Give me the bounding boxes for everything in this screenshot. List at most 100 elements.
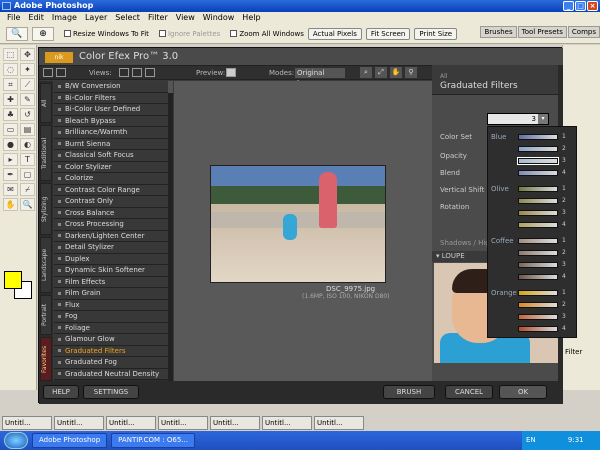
- language-indicator[interactable]: EN: [526, 436, 536, 444]
- magic-wand-icon[interactable]: ✦: [20, 63, 35, 76]
- tab-favorites[interactable]: Favorites: [40, 337, 52, 381]
- zoom-tool-box-icon[interactable]: 🔍: [20, 198, 35, 211]
- filter-list-scrollbar[interactable]: [168, 81, 173, 381]
- color-swatch-option[interactable]: [518, 146, 558, 152]
- filter-item[interactable]: Brilliance/Warmth: [54, 127, 168, 139]
- filter-item[interactable]: B/W Conversion: [54, 81, 168, 93]
- filter-item[interactable]: Darken/Lighten Center: [54, 230, 168, 242]
- filter-item[interactable]: Foliage: [54, 322, 168, 334]
- blur-tool-icon[interactable]: ●: [3, 138, 18, 151]
- minimized-document[interactable]: Untitl...: [262, 416, 312, 430]
- pen-tool-icon[interactable]: ✒: [3, 168, 18, 181]
- minimized-document[interactable]: Untitl...: [2, 416, 52, 430]
- list-toggle-icon[interactable]: [56, 68, 66, 77]
- filter-item[interactable]: Colorize: [54, 173, 168, 185]
- color-swatch-option[interactable]: [518, 134, 558, 140]
- filter-item[interactable]: Duplex: [54, 253, 168, 265]
- ok-button[interactable]: OK: [499, 385, 547, 399]
- shape-tool-icon[interactable]: ▢: [20, 168, 35, 181]
- start-button[interactable]: [4, 432, 28, 449]
- brushes-tab[interactable]: Brushes: [480, 26, 517, 38]
- minimized-document[interactable]: Untitl...: [314, 416, 364, 430]
- color-set-select[interactable]: 3 ▾: [487, 113, 549, 125]
- menu-filter[interactable]: Filter: [144, 12, 172, 24]
- minimized-document[interactable]: Untitl...: [210, 416, 260, 430]
- color-swatch-option[interactable]: [518, 314, 558, 320]
- filter-item[interactable]: Dynamic Skin Softener: [54, 265, 168, 277]
- brush-button[interactable]: BRUSH: [383, 385, 435, 399]
- actual-pixels-button[interactable]: Actual Pixels: [307, 27, 362, 40]
- lasso-tool-icon[interactable]: ◌: [3, 63, 18, 76]
- brush-tool-icon[interactable]: ✎: [20, 93, 35, 106]
- color-swatch-option[interactable]: [517, 157, 559, 165]
- print-size-button[interactable]: Print Size: [414, 27, 458, 40]
- slice-tool-icon[interactable]: ⟋: [20, 78, 35, 91]
- split-view-icon[interactable]: [132, 68, 142, 77]
- comps-tab[interactable]: Comps: [567, 26, 600, 38]
- menu-help[interactable]: Help: [238, 12, 264, 24]
- filter-item[interactable]: Cross Balance: [54, 207, 168, 219]
- zoom-all-checkbox[interactable]: Zoom All Windows: [230, 30, 304, 38]
- type-tool-icon[interactable]: T: [20, 153, 35, 166]
- filter-item[interactable]: Glamour Glow: [54, 334, 168, 346]
- color-swatch-option[interactable]: [518, 238, 558, 244]
- color-swatch-option[interactable]: [518, 250, 558, 256]
- healing-brush-icon[interactable]: ✚: [3, 93, 18, 106]
- minimized-document[interactable]: Untitl...: [106, 416, 156, 430]
- zoom-tool-icon[interactable]: 🔍: [6, 26, 28, 41]
- color-swatch-option[interactable]: [518, 274, 558, 280]
- zoom-in-icon[interactable]: ⊕: [32, 26, 54, 41]
- filter-item[interactable]: Color Stylizer: [54, 161, 168, 173]
- color-swatch-option[interactable]: [518, 186, 558, 192]
- color-swatch-option[interactable]: [518, 210, 558, 216]
- filter-item[interactable]: Burnt Sienna: [54, 138, 168, 150]
- filter-item[interactable]: Flux: [54, 299, 168, 311]
- maximize-button[interactable]: □: [575, 1, 586, 11]
- cancel-button[interactable]: CANCEL: [445, 385, 493, 399]
- move-tool-icon[interactable]: ✥: [20, 48, 35, 61]
- color-swatch-option[interactable]: [518, 170, 558, 176]
- color-swatch-option[interactable]: [518, 302, 558, 308]
- filter-item[interactable]: Film Effects: [54, 276, 168, 288]
- filter-item[interactable]: Cross Processing: [54, 219, 168, 231]
- minimized-document[interactable]: Untitl...: [158, 416, 208, 430]
- panel-toggle-icon[interactable]: [43, 68, 53, 77]
- pin-icon[interactable]: ⚲: [405, 67, 417, 78]
- fit-icon[interactable]: ⤢: [375, 67, 387, 78]
- filter-item[interactable]: Contrast Only: [54, 196, 168, 208]
- filter-item[interactable]: Graduated Neutral Density: [54, 368, 168, 380]
- gradient-tool-icon[interactable]: ▤: [20, 123, 35, 136]
- notes-tool-icon[interactable]: ✉: [3, 183, 18, 196]
- single-view-icon[interactable]: [119, 68, 129, 77]
- taskbar-pantip[interactable]: PANTIP.COM : O65...: [111, 433, 195, 448]
- minimized-document[interactable]: Untitl...: [54, 416, 104, 430]
- ignore-palettes-checkbox[interactable]: Ignore Palettes: [158, 30, 220, 38]
- color-swatch-option[interactable]: [518, 222, 558, 228]
- eraser-tool-icon[interactable]: ▭: [3, 123, 18, 136]
- path-select-icon[interactable]: ▸: [3, 153, 18, 166]
- dodge-tool-icon[interactable]: ◐: [20, 138, 35, 151]
- eyedropper-icon[interactable]: ⌿: [20, 183, 35, 196]
- menu-edit[interactable]: Edit: [24, 12, 48, 24]
- filter-item[interactable]: Graduated Filters: [54, 345, 168, 357]
- color-swatch-option[interactable]: [518, 326, 558, 332]
- marquee-tool-icon[interactable]: ⬚: [3, 48, 18, 61]
- color-swatch-option[interactable]: [518, 198, 558, 204]
- filter-item[interactable]: Bleach Bypass: [54, 115, 168, 127]
- menu-window[interactable]: Window: [199, 12, 239, 24]
- menu-view[interactable]: View: [172, 12, 199, 24]
- preview-checkbox[interactable]: [226, 68, 236, 77]
- fit-screen-button[interactable]: Fit Screen: [365, 27, 411, 40]
- clone-stamp-icon[interactable]: ♣: [3, 108, 18, 121]
- filter-item[interactable]: Classical Soft Focus: [54, 150, 168, 162]
- taskbar-photoshop[interactable]: Adobe Photoshop: [32, 433, 108, 448]
- menu-file[interactable]: File: [3, 12, 24, 24]
- tab-traditional[interactable]: Traditional: [40, 125, 52, 181]
- menu-select[interactable]: Select: [111, 12, 144, 24]
- tool-presets-tab[interactable]: Tool Presets: [517, 26, 567, 38]
- filter-item[interactable]: Bi-Color Filters: [54, 92, 168, 104]
- help-button[interactable]: HELP: [43, 385, 79, 399]
- hand-icon[interactable]: ✋: [390, 67, 402, 78]
- tab-portrait[interactable]: Portrait: [40, 295, 52, 335]
- color-swatch-option[interactable]: [518, 262, 558, 268]
